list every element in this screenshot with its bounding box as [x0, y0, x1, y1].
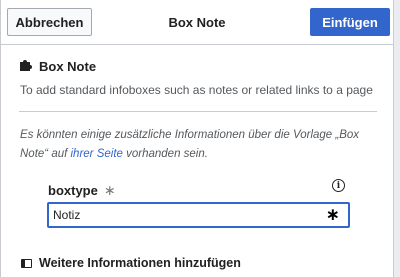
- dialog-body: Box Note To add standard infoboxes such …: [1, 45, 393, 277]
- panel-toggle-icon: [21, 258, 32, 268]
- template-name: Box Note: [39, 58, 97, 74]
- add-more-info-label: Weitere Informationen hinzufügen: [39, 256, 241, 270]
- required-asterisk-icon: ∗: [325, 205, 340, 224]
- dialog-header: Abbrechen Box Note Einfügen: [1, 0, 393, 45]
- boxtype-input[interactable]: [53, 206, 313, 224]
- template-heading: Box Note: [19, 58, 96, 74]
- background-strip: [394, 0, 400, 277]
- template-dialog: Abbrechen Box Note Einfügen Box Note To …: [0, 0, 394, 277]
- boxtype-input-field[interactable]: ∗: [47, 202, 350, 228]
- required-asterisk-icon: ∗: [103, 182, 116, 198]
- template-description: To add standard infoboxes such as notes …: [20, 83, 373, 97]
- add-more-info-button[interactable]: Weitere Informationen hinzufügen: [21, 256, 241, 270]
- template-page-link[interactable]: ihrer Seite: [71, 148, 123, 160]
- info-icon[interactable]: i: [332, 179, 345, 192]
- template-note: Es könnten einige zusätzliche Informatio…: [20, 129, 360, 160]
- divider: [19, 111, 377, 112]
- puzzle-piece-icon: [19, 58, 33, 74]
- insert-button[interactable]: Einfügen: [310, 8, 390, 36]
- parameter-label: boxtype ∗: [48, 182, 116, 198]
- cancel-button[interactable]: Abbrechen: [7, 8, 92, 36]
